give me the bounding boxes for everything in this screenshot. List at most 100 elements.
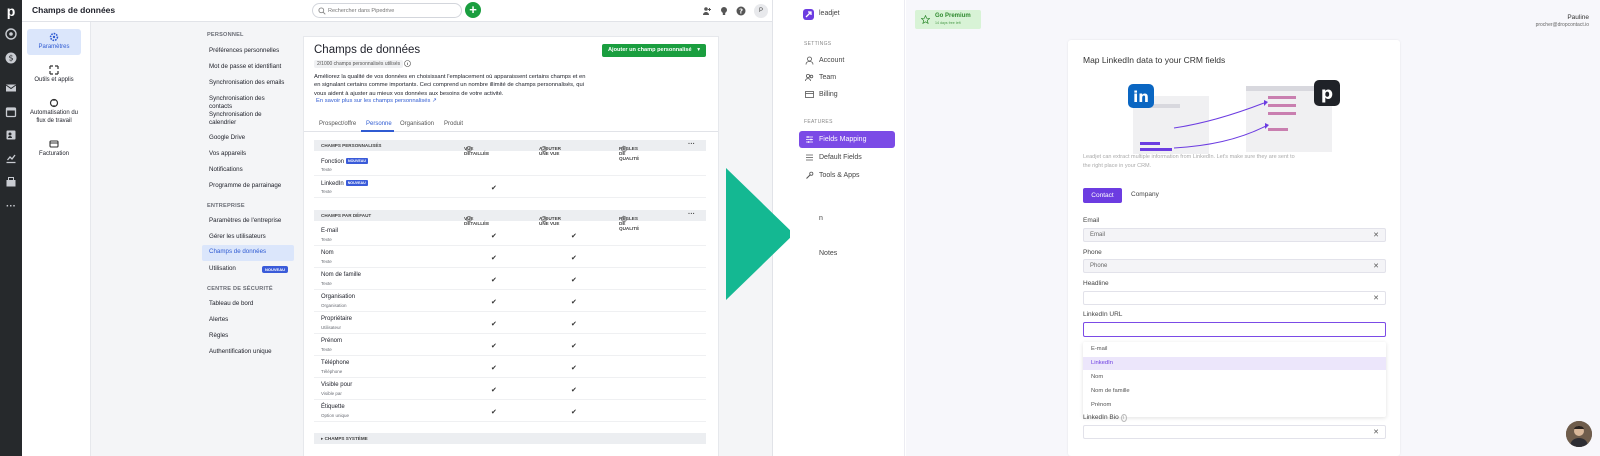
calendar-icon[interactable] [3, 104, 19, 120]
tab-produit[interactable]: Produit [444, 121, 463, 127]
check-icon[interactable]: ✔ [571, 386, 579, 394]
learn-more-link[interactable]: En savoir plus sur les champs personnali… [316, 98, 437, 104]
nav-item-parametres[interactable]: Paramètres [27, 29, 81, 55]
dropdown-option[interactable]: Nom [1083, 371, 1386, 384]
table-row[interactable]: E-mail Texte ✔ ✔ [314, 224, 706, 246]
help-icon[interactable]: ? [736, 6, 746, 16]
user-menu[interactable]: Pauline procher@dropcontact.io [1536, 14, 1589, 29]
avatar[interactable]: P [754, 4, 768, 18]
check-icon[interactable]: ✔ [491, 320, 499, 328]
check-icon[interactable]: ✔ [571, 364, 579, 372]
support-avatar[interactable] [1566, 421, 1592, 447]
sidebar-item-notes[interactable]: Notes [799, 245, 895, 262]
check-icon[interactable]: ✔ [491, 254, 499, 262]
clear-icon[interactable]: ✕ [1373, 294, 1379, 302]
check-icon[interactable]: ✔ [571, 342, 579, 350]
more-options-icon[interactable]: ··· [688, 211, 695, 218]
dropdown-option[interactable]: Prénom [1083, 399, 1386, 412]
tab-company[interactable]: Company [1131, 191, 1159, 198]
dollar-icon[interactable]: $ [3, 50, 19, 66]
check-icon[interactable]: ✔ [571, 276, 579, 284]
settings-item[interactable]: Alertes [202, 314, 294, 326]
table-row[interactable]: LinkedIn NOUVEAU Texte ✔ [314, 176, 706, 198]
tab-prospect[interactable]: Prospect/offre [319, 121, 356, 127]
table-row[interactable]: Organisation Organisation ✔ ✔ [314, 290, 706, 312]
info-icon[interactable]: i [466, 146, 472, 152]
tab-personne[interactable]: Personne [366, 121, 392, 127]
settings-item[interactable]: Authentification unique [202, 346, 294, 358]
contacts-icon[interactable] [3, 127, 19, 143]
check-icon[interactable]: ✔ [491, 342, 499, 350]
table-row[interactable]: Fonction NOUVEAU Texte [314, 154, 706, 176]
settings-item[interactable]: Préférences personnelles [202, 45, 294, 57]
sidebar-item-tools[interactable]: Tools & Apps [799, 167, 895, 184]
info-icon[interactable]: i [541, 216, 547, 222]
info-icon[interactable] [404, 60, 411, 67]
check-icon[interactable]: ✔ [491, 232, 499, 240]
sidebar-item-billing[interactable]: Billing [799, 86, 895, 103]
pipedrive-logo[interactable]: p [3, 3, 19, 19]
info-icon[interactable]: i [541, 146, 547, 152]
target-icon[interactable] [3, 26, 19, 42]
check-icon[interactable]: ✔ [491, 184, 499, 192]
dropdown-option[interactable]: Nom de famille [1083, 385, 1386, 398]
sidebar-item-team[interactable]: Team [799, 69, 895, 86]
search-input[interactable] [328, 5, 458, 16]
tab-contact[interactable]: Contact [1083, 188, 1122, 203]
clear-icon[interactable]: ✕ [1373, 262, 1379, 270]
check-icon[interactable]: ✔ [491, 298, 499, 306]
check-icon[interactable]: ✔ [571, 254, 579, 262]
linkedin-url-field[interactable] [1083, 322, 1386, 337]
settings-item[interactable]: Tableau de bord [202, 298, 294, 310]
settings-item[interactable]: Google Drive [202, 132, 294, 144]
sidebar-item-partial[interactable]: n [799, 210, 895, 227]
add-custom-field-button[interactable]: Ajouter un champ personnalisé ▾ [602, 44, 706, 57]
more-options-icon[interactable]: ··· [688, 141, 695, 148]
check-icon[interactable]: ✔ [491, 386, 499, 394]
tab-organisation[interactable]: Organisation [400, 121, 434, 127]
clear-icon[interactable]: ✕ [1373, 231, 1379, 239]
chart-icon[interactable] [3, 150, 19, 166]
quick-add-button[interactable]: + [465, 2, 481, 18]
check-icon[interactable]: ✔ [571, 408, 579, 416]
check-icon[interactable]: ✔ [491, 408, 499, 416]
marketplace-icon[interactable] [3, 174, 19, 190]
email-field[interactable]: Email ✕ [1083, 228, 1386, 242]
settings-item[interactable]: Notifications [202, 164, 294, 176]
table-row[interactable]: Téléphone Téléphone ✔ ✔ [314, 356, 706, 378]
go-premium-button[interactable]: Go Premium 14 days free left [915, 10, 981, 29]
phone-field[interactable]: Phone ✕ [1083, 259, 1386, 273]
info-icon[interactable]: i [1120, 414, 1127, 422]
settings-item-active[interactable]: Champs de données [202, 245, 294, 261]
settings-item-utilisation[interactable]: Utilisation NOUVEAU [202, 263, 294, 275]
leadjet-logo[interactable] [803, 9, 814, 20]
lightbulb-icon[interactable] [719, 6, 729, 16]
info-icon[interactable]: i [621, 146, 627, 152]
info-icon[interactable]: i [621, 216, 627, 222]
settings-item[interactable]: Programme de parrainage [202, 180, 294, 192]
section-header-system[interactable]: ▸ CHAMPS SYSTÈME [314, 433, 706, 444]
table-row[interactable]: Nom de famille Texte ✔ ✔ [314, 268, 706, 290]
more-icon[interactable]: ··· [3, 198, 19, 214]
settings-item[interactable]: Gérer les utilisateurs [202, 231, 294, 243]
settings-item[interactable]: Synchronisation des emails [202, 77, 294, 89]
info-icon[interactable]: i [466, 216, 472, 222]
search-box[interactable] [312, 3, 462, 18]
nav-item-facturation[interactable]: Facturation [27, 139, 81, 159]
check-icon[interactable]: ✔ [571, 320, 579, 328]
dropdown-option[interactable]: E-mail [1083, 343, 1386, 356]
settings-item[interactable]: Synchronisation de calendrier [202, 109, 272, 130]
table-row[interactable]: Nom Texte ✔ ✔ [314, 246, 706, 268]
sidebar-item-account[interactable]: Account [799, 52, 895, 69]
settings-item[interactable]: Paramètres de l'entreprise [202, 215, 294, 227]
nav-item-automatisation[interactable]: Automatisation du flux de travail [27, 98, 81, 126]
table-row[interactable]: Prénom Texte ✔ ✔ [314, 334, 706, 356]
settings-item[interactable]: Règles [202, 330, 294, 342]
check-icon[interactable]: ✔ [571, 232, 579, 240]
check-icon[interactable]: ✔ [491, 276, 499, 284]
mail-icon[interactable] [3, 80, 19, 96]
check-icon[interactable]: ✔ [571, 298, 579, 306]
settings-item[interactable]: Mot de passe et identifiant [202, 61, 294, 73]
table-row[interactable]: Étiquette Option unique ✔ ✔ [314, 400, 706, 422]
settings-item[interactable]: Vos appareils [202, 148, 294, 160]
